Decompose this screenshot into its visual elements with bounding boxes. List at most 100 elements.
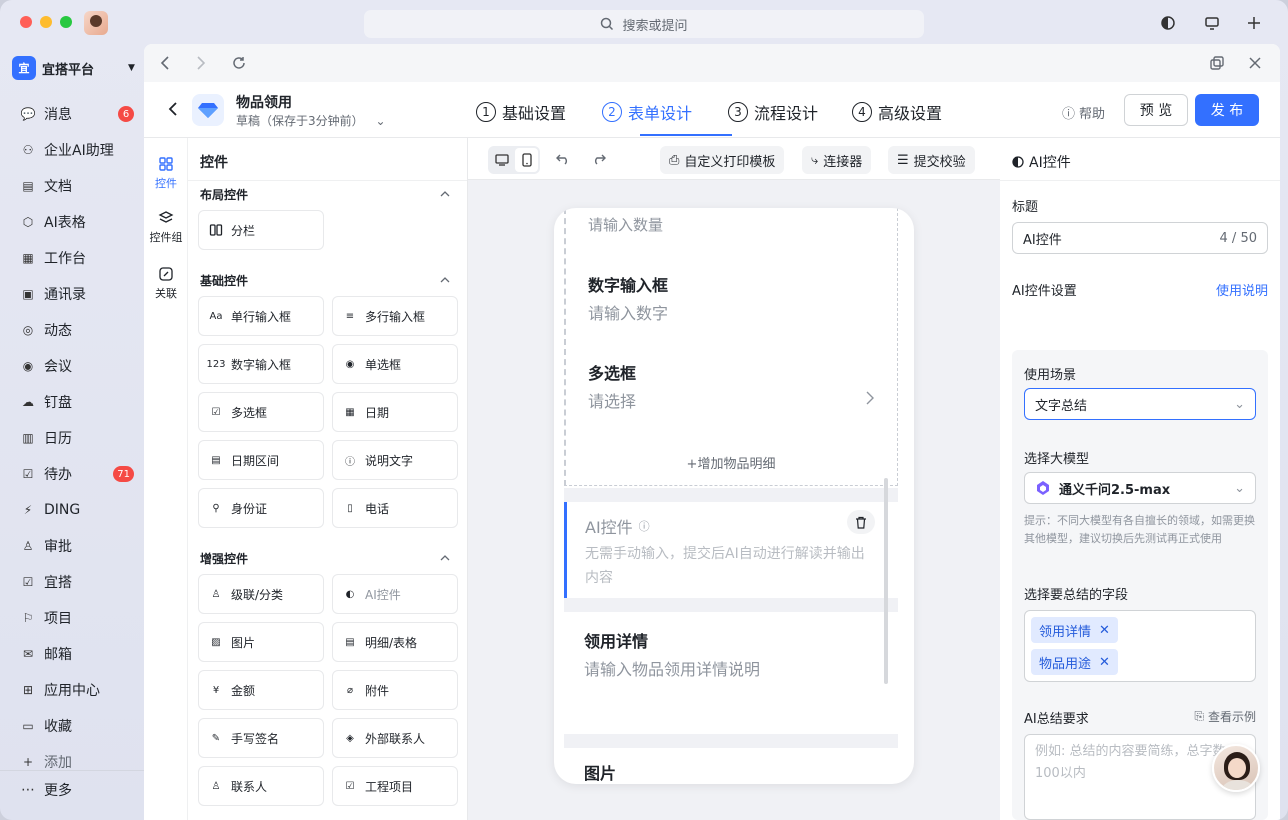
widget-basic-8[interactable]: ⚲ 身份证 — [198, 488, 324, 528]
nav-item-10[interactable]: ☑ 待办 71 — [20, 462, 138, 486]
widget-label: 图片 — [231, 635, 256, 650]
back-chevron-icon[interactable] — [164, 100, 182, 118]
widget-basic-7[interactable]: ⓘ 说明文字 — [332, 440, 458, 480]
canvas-scrollbar[interactable] — [884, 478, 888, 684]
minimize-window-button[interactable] — [40, 16, 52, 28]
nav-item-17[interactable]: ▭ 收藏 — [20, 714, 138, 738]
nav-item-12[interactable]: ♙ 审批 — [20, 534, 138, 558]
chevron-up-icon[interactable] — [439, 274, 451, 286]
close-icon[interactable]: ✕ — [1099, 623, 1110, 638]
field-image-label: 图片 — [584, 764, 617, 783]
nav-item-8[interactable]: ☁ 钉盘 — [20, 390, 138, 414]
model-select[interactable]: 通义千问2.5-max ⌄ — [1024, 472, 1256, 504]
nav-item-2[interactable]: ▤ 文档 — [20, 174, 138, 198]
widget-basic-4[interactable]: ☑ 多选框 — [198, 392, 324, 432]
nav-item-4[interactable]: ▦ 工作台 — [20, 246, 138, 270]
nav-item-14[interactable]: ⚐ 项目 — [20, 606, 138, 630]
widget-enhanced-6[interactable]: ✎ 手写签名 — [198, 718, 324, 758]
widget-basic-2[interactable]: 123 数字输入框 — [198, 344, 324, 384]
field-detail-input[interactable]: 请输入物品领用详情说明 — [584, 656, 760, 680]
ai-assistant-icon[interactable] — [1156, 11, 1180, 35]
fields-multiselect[interactable]: 领用详情 ✕ 物品用途 ✕ — [1024, 610, 1256, 682]
nav-item-16[interactable]: ⊞ 应用中心 — [20, 678, 138, 702]
view-example-link[interactable]: ⎘ 查看示例 — [1194, 708, 1256, 725]
connector-button[interactable]: ⤷ 连接器 — [802, 146, 872, 174]
zoom-window-button[interactable] — [60, 16, 72, 28]
detail-table-dropzone[interactable] — [564, 208, 898, 486]
field-multiselect-input[interactable]: 请选择 — [588, 388, 636, 412]
app-save-status[interactable]: 草稿（保存于3分钟前） ⌄ — [236, 112, 386, 129]
nav-item-7[interactable]: ◉ 会议 — [20, 354, 138, 378]
rail-item-widget-groups[interactable]: 控件组 — [144, 210, 188, 245]
nav-item-9[interactable]: ▥ 日历 — [20, 426, 138, 450]
field-number-input[interactable]: 请输入数字 — [588, 300, 668, 324]
delete-field-button[interactable] — [847, 510, 875, 534]
widget-enhanced-7[interactable]: ◈ 外部联系人 — [332, 718, 458, 758]
org-switcher[interactable]: 宜 宜搭平台 ▼ — [12, 56, 135, 80]
model-label: 选择大模型 — [1024, 452, 1090, 467]
open-window-icon[interactable] — [1208, 54, 1226, 72]
plus-icon[interactable] — [1242, 11, 1266, 35]
widget-basic-3[interactable]: ◉ 单选框 — [332, 344, 458, 384]
widget-basic-5[interactable]: ▦ 日期 — [332, 392, 458, 432]
close-icon[interactable]: ✕ — [1099, 655, 1110, 670]
nav-item-5[interactable]: ▣ 通讯录 — [20, 282, 138, 306]
redo-icon[interactable] — [590, 150, 608, 168]
custom-print-template-button[interactable]: ⎙ 自定义打印模板 — [660, 146, 785, 174]
nav-item-0[interactable]: 💬 消息 6 — [20, 102, 138, 126]
widget-enhanced-3[interactable]: ▤ 明细/表格 — [332, 622, 458, 662]
close-icon[interactable] — [1246, 54, 1264, 72]
widget-basic-9[interactable]: ▯ 电话 — [332, 488, 458, 528]
rail-item-widgets[interactable]: 控件 — [144, 156, 188, 191]
widget-basic-6[interactable]: ▤ 日期区间 — [198, 440, 324, 480]
widget-enhanced-9[interactable]: ☑ 工程项目 — [332, 766, 458, 806]
title-input[interactable]: AI控件 4 / 50 — [1012, 222, 1268, 254]
nav-item-11[interactable]: ⚡ DING — [20, 498, 138, 522]
widget-panel-title: 控件 — [200, 155, 228, 171]
ai-assistant-avatar[interactable] — [1212, 744, 1260, 792]
preview-button[interactable]: 预 览 — [1124, 94, 1188, 126]
user-avatar[interactable] — [84, 11, 108, 35]
nav-item-6[interactable]: ◎ 动态 — [20, 318, 138, 342]
widget-enhanced-1[interactable]: ◐ AI控件 — [332, 574, 458, 614]
refresh-icon[interactable] — [230, 54, 248, 72]
submit-validation-button[interactable]: ☰ 提交校验 — [888, 146, 975, 174]
step-form-design[interactable]: 2 表单设计 — [602, 100, 692, 124]
question-circle-icon: ⓘ — [638, 520, 650, 533]
widget-basic-0[interactable]: Aa 单行输入框 — [198, 296, 324, 336]
widget-enhanced-4[interactable]: ¥ 金额 — [198, 670, 324, 710]
step-basic-settings[interactable]: 1 基础设置 — [476, 100, 566, 124]
undo-icon[interactable] — [554, 150, 572, 168]
chevron-up-icon[interactable] — [439, 188, 451, 200]
forward-icon[interactable] — [192, 54, 210, 72]
scene-value: 文字总结 — [1035, 398, 1088, 414]
chevron-up-icon[interactable] — [439, 552, 451, 564]
add-item-detail-button[interactable]: +增加物品明细 — [564, 453, 898, 472]
desktop-icon[interactable] — [490, 148, 513, 172]
widget-enhanced-5[interactable]: ⌀ 附件 — [332, 670, 458, 710]
ai-field-card[interactable]: AI控件 ⓘ 无需手动输入，提交后AI自动进行解读并输出内容 — [564, 502, 898, 598]
step-advanced-settings[interactable]: 4 高级设置 — [852, 100, 942, 124]
nav-item-more[interactable]: ⋯ 更多 — [20, 778, 138, 802]
help-link[interactable]: ⓘ 帮助 — [1062, 103, 1105, 122]
publish-button[interactable]: 发 布 — [1195, 94, 1259, 126]
widget-enhanced-0[interactable]: ♙ 级联/分类 — [198, 574, 324, 614]
nav-item-3[interactable]: ⬡ AI表格 — [20, 210, 138, 234]
step-process-design[interactable]: 3 流程设计 — [728, 100, 818, 124]
widget-columns[interactable]: 分栏 — [198, 210, 324, 250]
widget-enhanced-2[interactable]: ▨ 图片 — [198, 622, 324, 662]
close-window-button[interactable] — [20, 16, 32, 28]
scene-select[interactable]: 文字总结 ⌄ — [1024, 388, 1256, 420]
back-icon[interactable] — [156, 54, 174, 72]
nav-item-15[interactable]: ✉ 邮箱 — [20, 642, 138, 666]
nav-item-1[interactable]: ⚇ 企业AI助理 — [20, 138, 138, 162]
widget-enhanced-8[interactable]: ♙ 联系人 — [198, 766, 324, 806]
mobile-icon[interactable] — [515, 148, 538, 172]
widget-basic-1[interactable]: ≡ 多行输入框 — [332, 296, 458, 336]
usage-guide-link[interactable]: 使用说明 — [1216, 280, 1268, 299]
nav-item-13[interactable]: ☑ 宜搭 — [20, 570, 138, 594]
global-search[interactable]: 搜索或提问 — [364, 10, 924, 38]
widget-panel: 控件 布局控件 分栏 基础控件 Aa 单行输入框 ≡ 多行输入框 123 数字输入框 ◉ 单选… — [188, 138, 468, 820]
rail-item-association[interactable]: 关联 — [144, 266, 188, 301]
screen-share-icon[interactable] — [1200, 11, 1224, 35]
